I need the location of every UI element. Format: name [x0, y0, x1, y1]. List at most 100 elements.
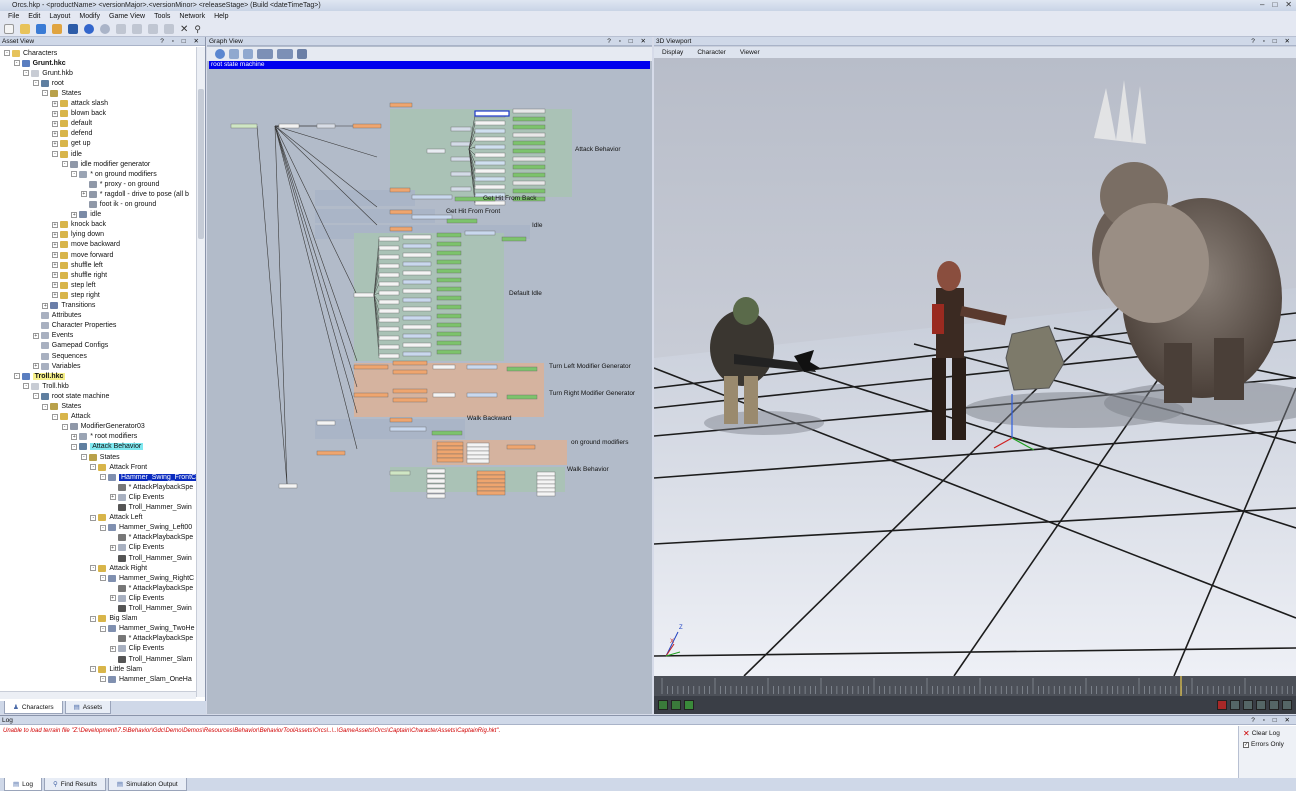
expand-toggle-icon[interactable]: -	[100, 474, 106, 481]
tree-node[interactable]: - Characters	[4, 48, 57, 58]
tree-node[interactable]: - Troll.hkc	[13, 371, 66, 381]
expand-toggle-icon[interactable]: +	[109, 595, 116, 602]
expand-toggle-icon[interactable]	[33, 353, 39, 359]
expand-toggle-icon[interactable]	[81, 202, 87, 208]
tree-node[interactable]: + Clip Events	[109, 543, 164, 553]
open-recent-icon[interactable]	[52, 24, 62, 34]
expand-toggle-icon[interactable]: -	[52, 151, 58, 157]
tree-node[interactable]: * AttackPlaybackSpe	[110, 583, 193, 593]
go-to-end-icon[interactable]	[1282, 700, 1292, 710]
close-button[interactable]: ✕	[1285, 0, 1292, 9]
tree-node[interactable]: + lying down	[52, 230, 104, 240]
panel-controls[interactable]: ? ▫ □ ✕	[1251, 37, 1293, 45]
tab-log[interactable]: ▤ Log	[4, 778, 43, 791]
save-icon[interactable]	[68, 24, 78, 34]
tree-node[interactable]: + Clip Events	[109, 593, 164, 603]
find-icon[interactable]: ⚲	[194, 24, 201, 35]
expand-toggle-icon[interactable]: +	[32, 363, 39, 370]
expand-toggle-icon[interactable]: -	[100, 575, 106, 582]
expand-toggle-icon[interactable]: -	[90, 514, 97, 521]
expand-toggle-icon[interactable]: -	[100, 676, 106, 683]
tree-node[interactable]: - root	[32, 78, 64, 88]
panel-controls[interactable]: ? ▫ □ ✕	[1251, 716, 1293, 724]
expand-toggle-icon[interactable]: +	[52, 282, 58, 289]
viewport-menu-viewer[interactable]: Viewer	[740, 49, 760, 56]
tree-node[interactable]: - Hammer_Swing_TwoHe	[100, 624, 194, 634]
expand-toggle-icon[interactable]	[110, 484, 116, 490]
tree-node[interactable]: Troll_Hammer_Swin	[110, 553, 192, 563]
tree-node[interactable]: - States	[42, 402, 81, 412]
expand-toggle-icon[interactable]: +	[52, 231, 58, 238]
expand-toggle-icon[interactable]: -	[32, 393, 39, 400]
expand-toggle-icon[interactable]: +	[52, 140, 58, 147]
tree-node[interactable]: + move backward	[52, 240, 120, 250]
tree-node[interactable]: - root state machine	[32, 391, 109, 401]
open-folder-icon[interactable]	[20, 24, 30, 34]
tree-node[interactable]: * proxy - on ground	[81, 179, 159, 189]
menu-edit[interactable]: Edit	[28, 13, 40, 20]
expand-toggle-icon[interactable]: -	[23, 70, 30, 77]
expand-toggle-icon[interactable]: -	[100, 625, 106, 632]
tree-node[interactable]: * AttackPlaybackSpe	[110, 533, 193, 543]
paste-icon[interactable]	[148, 24, 158, 34]
step-back-icon[interactable]	[1243, 700, 1253, 710]
panel-controls[interactable]: ? ▫ □ ✕	[160, 37, 202, 45]
tree-node[interactable]: Troll_Hammer_Swin	[110, 604, 192, 614]
tree-node[interactable]: + Variables	[32, 361, 80, 371]
play-icon[interactable]	[684, 700, 694, 710]
tree-node[interactable]: - Hammer_Swing_FrontC	[100, 472, 196, 482]
timeline-track[interactable]	[654, 676, 1296, 696]
expand-toggle-icon[interactable]: +	[80, 191, 87, 198]
tree-node[interactable]: * AttackPlaybackSpe	[110, 482, 193, 492]
expand-toggle-icon[interactable]: +	[52, 252, 58, 258]
tree-node[interactable]: - Attack Left	[90, 513, 142, 523]
expand-toggle-icon[interactable]: +	[52, 130, 58, 137]
tree-node[interactable]: + step right	[52, 290, 100, 300]
tree-node[interactable]: - * on ground modifiers	[71, 169, 157, 179]
expand-toggle-icon[interactable]: +	[109, 645, 116, 652]
tree-node[interactable]: - ModifierGenerator03	[61, 422, 145, 432]
tree-node[interactable]: - Little Slam	[90, 664, 142, 674]
paste-special-icon[interactable]	[164, 24, 174, 34]
expand-toggle-icon[interactable]	[110, 606, 116, 612]
tree-node[interactable]: + Clip Events	[109, 492, 164, 502]
expand-toggle-icon[interactable]	[110, 505, 116, 511]
tree-node[interactable]: + * ragdoll - drive to pose (all b	[80, 189, 189, 199]
tree-node[interactable]: + move forward	[52, 250, 113, 260]
expand-toggle-icon[interactable]: -	[90, 615, 97, 622]
expand-toggle-icon[interactable]: +	[42, 302, 49, 309]
scrollbar-thumb[interactable]	[198, 89, 204, 239]
tree-node[interactable]: + shuffle left	[52, 260, 103, 270]
expand-toggle-icon[interactable]	[110, 636, 116, 642]
tree-node[interactable]: + Events	[32, 331, 73, 341]
tree-node[interactable]: + shuffle right	[52, 270, 107, 280]
tree-node[interactable]: - Hammer_Swing_Left00	[100, 523, 192, 533]
tree-node[interactable]: - Attack	[52, 412, 90, 422]
tree-node[interactable]: Gamepad Configs	[33, 341, 108, 351]
expand-toggle-icon[interactable]: +	[52, 262, 58, 269]
expand-toggle-icon[interactable]	[33, 313, 39, 319]
graph-canvas-area[interactable]: root state machine Attack Behavior Get Hi…	[207, 47, 652, 714]
menu-modify[interactable]: Modify	[79, 13, 100, 20]
expand-toggle-icon[interactable]: -	[52, 413, 58, 420]
go-to-start-icon[interactable]	[1230, 700, 1240, 710]
expand-toggle-icon[interactable]: +	[52, 241, 58, 248]
expand-toggle-icon[interactable]: +	[52, 120, 58, 127]
tree-node[interactable]: Attributes	[33, 311, 81, 321]
menu-help[interactable]: Help	[214, 13, 228, 20]
expand-toggle-icon[interactable]: +	[52, 221, 58, 228]
expand-toggle-icon[interactable]	[33, 323, 39, 329]
tree-node[interactable]: - Attack Right	[90, 563, 147, 573]
minimize-button[interactable]: –	[1260, 0, 1264, 9]
tree-node[interactable]: + step left	[52, 280, 96, 290]
tab-assets[interactable]: ▤ Assets	[64, 701, 112, 714]
maximize-button[interactable]: □	[1272, 0, 1277, 9]
expand-toggle-icon[interactable]: -	[90, 464, 97, 471]
expand-toggle-icon[interactable]: -	[32, 80, 39, 87]
expand-toggle-icon[interactable]: -	[100, 524, 106, 531]
loop-icon[interactable]	[658, 700, 668, 710]
tab-find-results[interactable]: ⚲ Find Results	[44, 778, 106, 791]
expand-toggle-icon[interactable]: -	[71, 443, 78, 450]
tree-node[interactable]: * AttackPlaybackSpe	[110, 634, 193, 644]
menu-network[interactable]: Network	[179, 13, 205, 20]
